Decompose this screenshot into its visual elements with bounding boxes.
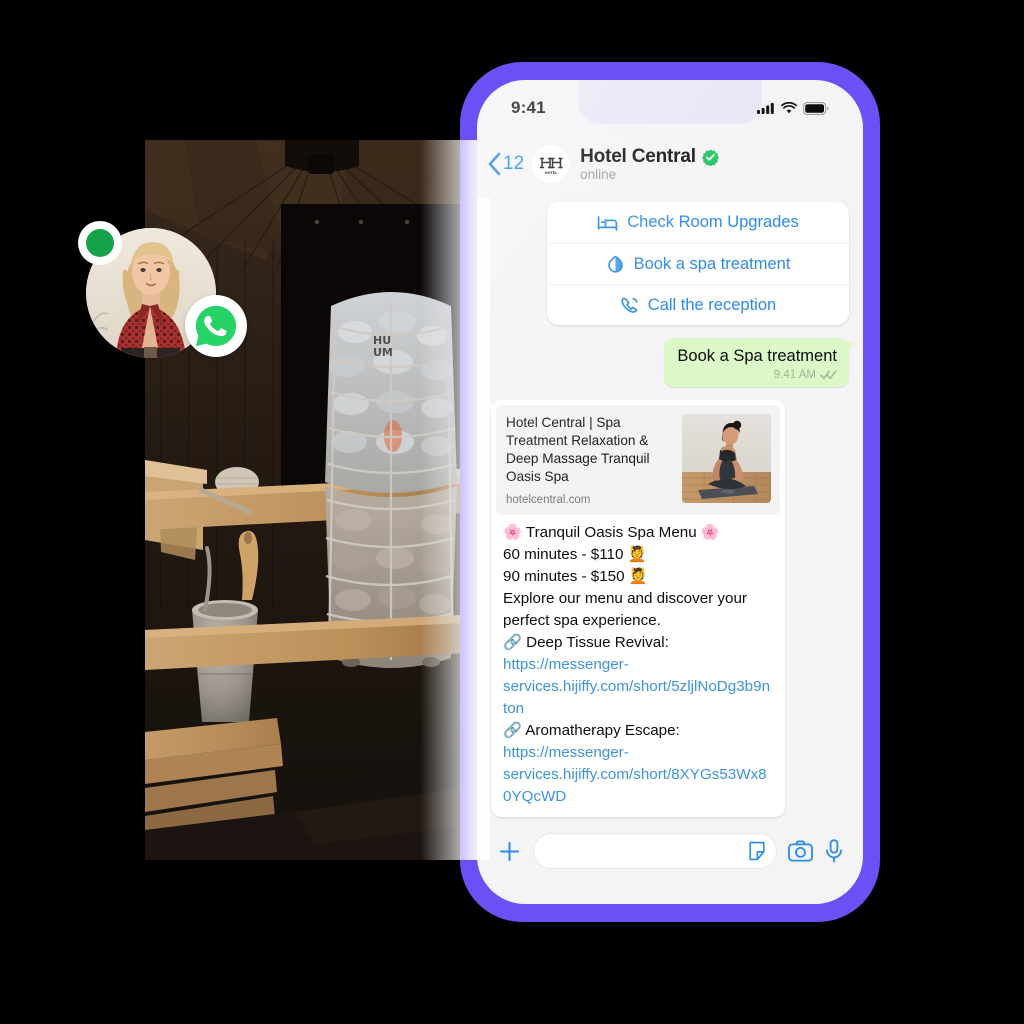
phone-call-icon xyxy=(620,296,639,315)
chat-title-block[interactable]: Hotel Central online xyxy=(580,146,719,182)
status-bar-icons xyxy=(757,96,829,115)
back-button[interactable]: 12 xyxy=(487,152,524,176)
quick-reply-label: Check Room Upgrades xyxy=(627,213,799,231)
spa-leaf-icon xyxy=(606,255,625,274)
link-label: 🔗 Deep Tissue Revival: xyxy=(503,633,669,651)
link-label: 🔗 Aromatherapy Escape: xyxy=(503,721,680,739)
message-link[interactable]: https://messenger-services.hijiffy.com/s… xyxy=(503,656,770,717)
camera-icon[interactable] xyxy=(788,840,813,862)
quick-reply-call-the-reception[interactable]: Call the reception xyxy=(547,284,849,325)
battery-icon xyxy=(803,101,829,115)
quick-reply-check-room-upgrades[interactable]: Check Room Upgrades xyxy=(547,202,849,243)
message-line-link: 🔗 Aromatherapy Escape: https://messenger… xyxy=(503,720,774,808)
plus-icon[interactable] xyxy=(497,839,522,864)
screenshot-canvas: HU UM 9:41 12 HOTEL Hotel Central online… xyxy=(0,0,1024,1024)
double-check-icon xyxy=(820,369,837,380)
status-bar-time: 9:41 xyxy=(511,98,546,117)
verified-badge-icon xyxy=(701,148,719,166)
bubble-tail xyxy=(485,403,494,413)
sticker-icon[interactable] xyxy=(747,841,767,861)
quick-reply-book-a-spa-treatment[interactable]: Book a spa treatment xyxy=(547,243,849,284)
chat-status: online xyxy=(580,167,617,182)
wifi-icon xyxy=(781,102,797,114)
quick-reply-card: Check Room Upgrades Book a spa treatment… xyxy=(547,202,849,325)
message-timestamp: 9.41 AM xyxy=(773,368,816,381)
incoming-message-bubble: Hotel Central | Spa Treatment Relaxation… xyxy=(485,399,785,818)
message-line: Explore our menu and discover your perfe… xyxy=(503,589,747,629)
bed-icon xyxy=(597,214,618,232)
quick-reply-label: Book a spa treatment xyxy=(633,254,791,273)
link-preview-text: Hotel Central | Spa Treatment Relaxation… xyxy=(506,414,672,506)
hotel-beds-icon[interactable]: HOTEL xyxy=(532,145,571,183)
outgoing-message-meta: 9.41 AM xyxy=(677,369,837,381)
microphone-icon[interactable] xyxy=(825,839,843,863)
chat-header: 12 HOTEL Hotel Central online xyxy=(477,130,863,198)
whatsapp-icon xyxy=(185,295,247,357)
chat-title: Hotel Central xyxy=(580,146,696,167)
message-link[interactable]: https://messenger-services.hijiffy.com/s… xyxy=(503,744,767,805)
message-line: 60 minutes - $110 💆 xyxy=(503,545,647,563)
phone-screen: 9:41 12 HOTEL Hotel Central online Check… xyxy=(477,80,863,904)
chat-message-list: Check Room Upgrades Book a spa treatment… xyxy=(477,198,863,846)
meditating-woman-photo xyxy=(682,413,771,503)
svg-text:HOTEL: HOTEL xyxy=(545,171,558,175)
search-input[interactable] xyxy=(548,843,747,859)
chevron-left-icon xyxy=(487,152,501,176)
status-bar: 9:41 xyxy=(477,80,863,130)
message-line-link: 🔗 Deep Tissue Revival: https://messenger… xyxy=(503,632,774,720)
quick-reply-label: Call the reception xyxy=(647,295,777,314)
incoming-message-text: 🌸 Tranquil Oasis Spa Menu 🌸 60 minutes -… xyxy=(496,522,780,808)
unread-count: 12 xyxy=(503,153,525,174)
message-input-field[interactable] xyxy=(534,834,776,868)
message-line: 🌸 Tranquil Oasis Spa Menu 🌸 xyxy=(503,523,720,541)
svg-text:UM: UM xyxy=(373,346,393,359)
link-preview-card[interactable]: Hotel Central | Spa Treatment Relaxation… xyxy=(496,404,780,515)
online-status-dot xyxy=(78,221,122,265)
outgoing-message-bubble: Book a Spa treatment 9.41 AM xyxy=(664,338,855,387)
bubble-tail xyxy=(846,342,855,351)
message-line: 90 minutes - $150 💆 xyxy=(503,567,648,585)
cellular-signal-icon xyxy=(757,102,775,114)
link-preview-domain: hotelcentral.com xyxy=(506,493,591,506)
message-input-bar xyxy=(477,820,863,904)
outgoing-message-text: Book a Spa treatment xyxy=(677,347,837,365)
link-preview-title: Hotel Central | Spa Treatment Relaxation… xyxy=(506,414,650,485)
